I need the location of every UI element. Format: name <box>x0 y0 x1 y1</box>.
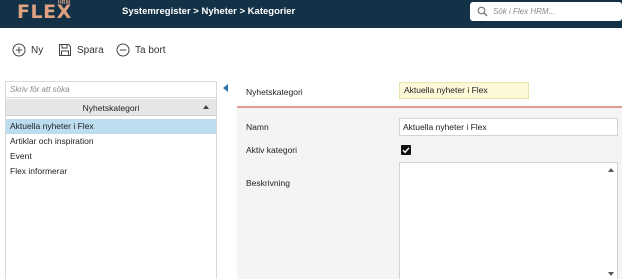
description-scrollbar[interactable] <box>605 163 617 279</box>
plus-circle-icon <box>12 43 26 57</box>
name-field[interactable] <box>399 118 618 136</box>
active-category-label: Aktiv kategori <box>246 145 298 155</box>
category-list: Aktuella nyheter i Flex Artiklar och ins… <box>6 119 216 179</box>
global-search-input[interactable] <box>493 6 613 17</box>
column-header-label: Nyhetskategori <box>82 103 140 113</box>
list-item[interactable]: Event <box>6 149 216 164</box>
list-filter-input[interactable] <box>6 82 216 98</box>
save-button-label: Spara <box>77 44 104 56</box>
description-textarea[interactable] <box>399 162 618 279</box>
detail-panel: Nyhetskategori Aktuella nyheter i Flex N… <box>237 74 622 279</box>
new-button[interactable]: Ny <box>12 43 43 57</box>
list-item[interactable]: Artiklar och inspiration <box>6 134 216 149</box>
search-icon <box>477 6 488 17</box>
breadcrumb: Systemregister > Nyheter > Kategorier <box>122 6 296 17</box>
scroll-up-icon[interactable] <box>608 168 614 172</box>
list-item[interactable]: Flex informerar <box>6 164 216 179</box>
floppy-disk-icon <box>59 44 71 56</box>
category-label: Nyhetskategori <box>246 87 303 97</box>
name-label: Namn <box>246 122 269 132</box>
new-button-label: Ny <box>31 44 44 56</box>
global-search <box>470 2 622 21</box>
category-list-panel: Nyhetskategori Aktuella nyheter i Flex A… <box>5 81 217 279</box>
save-button[interactable]: Spara <box>58 43 104 57</box>
minus-circle-icon <box>116 43 130 57</box>
description-label: Beskrivning <box>246 178 290 188</box>
toolbar: Ny Spara Ta bort <box>0 28 622 74</box>
delete-button[interactable]: Ta bort <box>116 43 166 57</box>
category-value: Aktuella nyheter i Flex <box>399 82 529 99</box>
active-category-checkbox[interactable] <box>401 145 411 155</box>
list-item[interactable]: Aktuella nyheter i Flex <box>6 119 216 134</box>
top-bar: FLEX HRM Systemregister > Nyheter > Kate… <box>0 0 622 28</box>
checkmark-icon <box>402 147 410 154</box>
delete-button-label: Ta bort <box>135 44 166 56</box>
collapse-panel-arrow-icon[interactable] <box>223 84 228 92</box>
sort-ascending-icon[interactable] <box>203 105 209 109</box>
scroll-down-icon[interactable] <box>608 272 614 276</box>
column-header-nyhetskategori[interactable]: Nyhetskategori <box>6 99 216 116</box>
logo-hrm-sup: HRM <box>58 0 71 6</box>
